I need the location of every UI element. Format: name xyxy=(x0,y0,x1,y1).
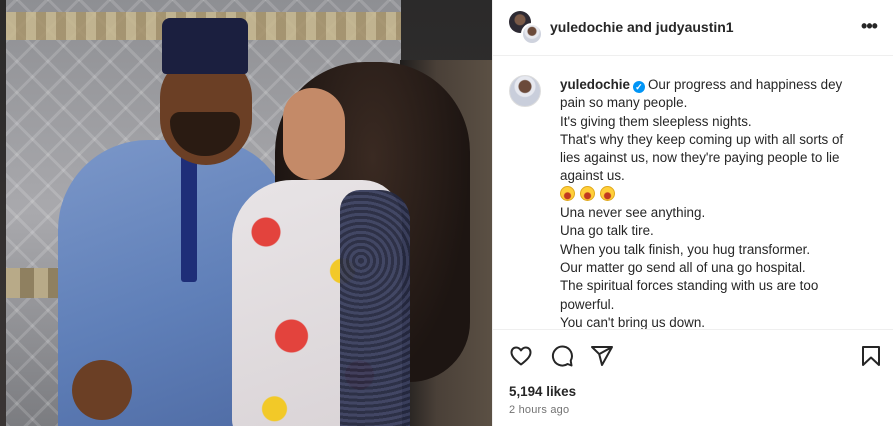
caption-text: pain so many people. xyxy=(560,95,688,111)
post-side-panel: yuledochie and judyaustin1 ••• yuledochi… xyxy=(492,0,893,426)
comment-icon[interactable] xyxy=(550,344,574,368)
share-icon[interactable] xyxy=(590,344,614,368)
photo-woman-face xyxy=(283,88,345,180)
caption-text: The spiritual forces standing with us ar… xyxy=(560,278,819,294)
caption-text: You can't bring us down. xyxy=(560,314,705,329)
caption-text: That's why they keep coming up with all … xyxy=(560,131,844,147)
likes-count[interactable]: 5,194 likes xyxy=(509,384,576,399)
caption-text: lies against us, now they're paying peop… xyxy=(560,150,840,166)
caption-text: Our progress and happiness dey xyxy=(647,77,843,92)
photo-man-stripe xyxy=(181,150,197,282)
grinning-face-emoji xyxy=(580,185,595,201)
post-timestamp[interactable]: 2 hours ago xyxy=(509,404,569,416)
bookmark-icon[interactable] xyxy=(859,344,883,368)
more-options-icon[interactable]: ••• xyxy=(859,17,879,38)
caption-emojis xyxy=(560,185,878,204)
heart-icon[interactable] xyxy=(509,344,533,368)
post-header: yuledochie and judyaustin1 ••• xyxy=(493,0,893,56)
caption-text: When you talk finish, you hug transforme… xyxy=(560,241,811,257)
collab-avatars[interactable] xyxy=(509,11,543,45)
grinning-face-emoji xyxy=(600,185,615,201)
photo-woman-lace-sleeve xyxy=(340,190,410,426)
avatar xyxy=(521,23,543,45)
caption-text: Una go talk tire. xyxy=(560,223,654,239)
post-caption: yuledochie ✓ Our progress and happiness de… xyxy=(560,76,878,329)
caption-username[interactable]: yuledochie xyxy=(560,77,630,92)
verified-badge-icon: ✓ xyxy=(632,81,645,93)
post-author-names[interactable]: yuledochie and judyaustin1 xyxy=(550,19,734,35)
caption-text: against us. xyxy=(560,168,625,184)
caption-text: Una never see anything. xyxy=(560,205,706,221)
post-action-bar xyxy=(493,329,893,381)
caption-text: powerful. xyxy=(560,296,615,312)
caption-section: yuledochie ✓ Our progress and happiness de… xyxy=(493,57,893,329)
grinning-face-emoji xyxy=(560,185,575,201)
avatar[interactable] xyxy=(509,75,541,107)
photo-man-hand xyxy=(72,360,132,420)
photo-man-cap xyxy=(162,18,248,74)
caption-text: It's giving them sleepless nights. xyxy=(560,113,752,129)
caption-text: Our matter go send all of una go hospita… xyxy=(560,259,806,275)
post-photo[interactable] xyxy=(0,0,492,426)
